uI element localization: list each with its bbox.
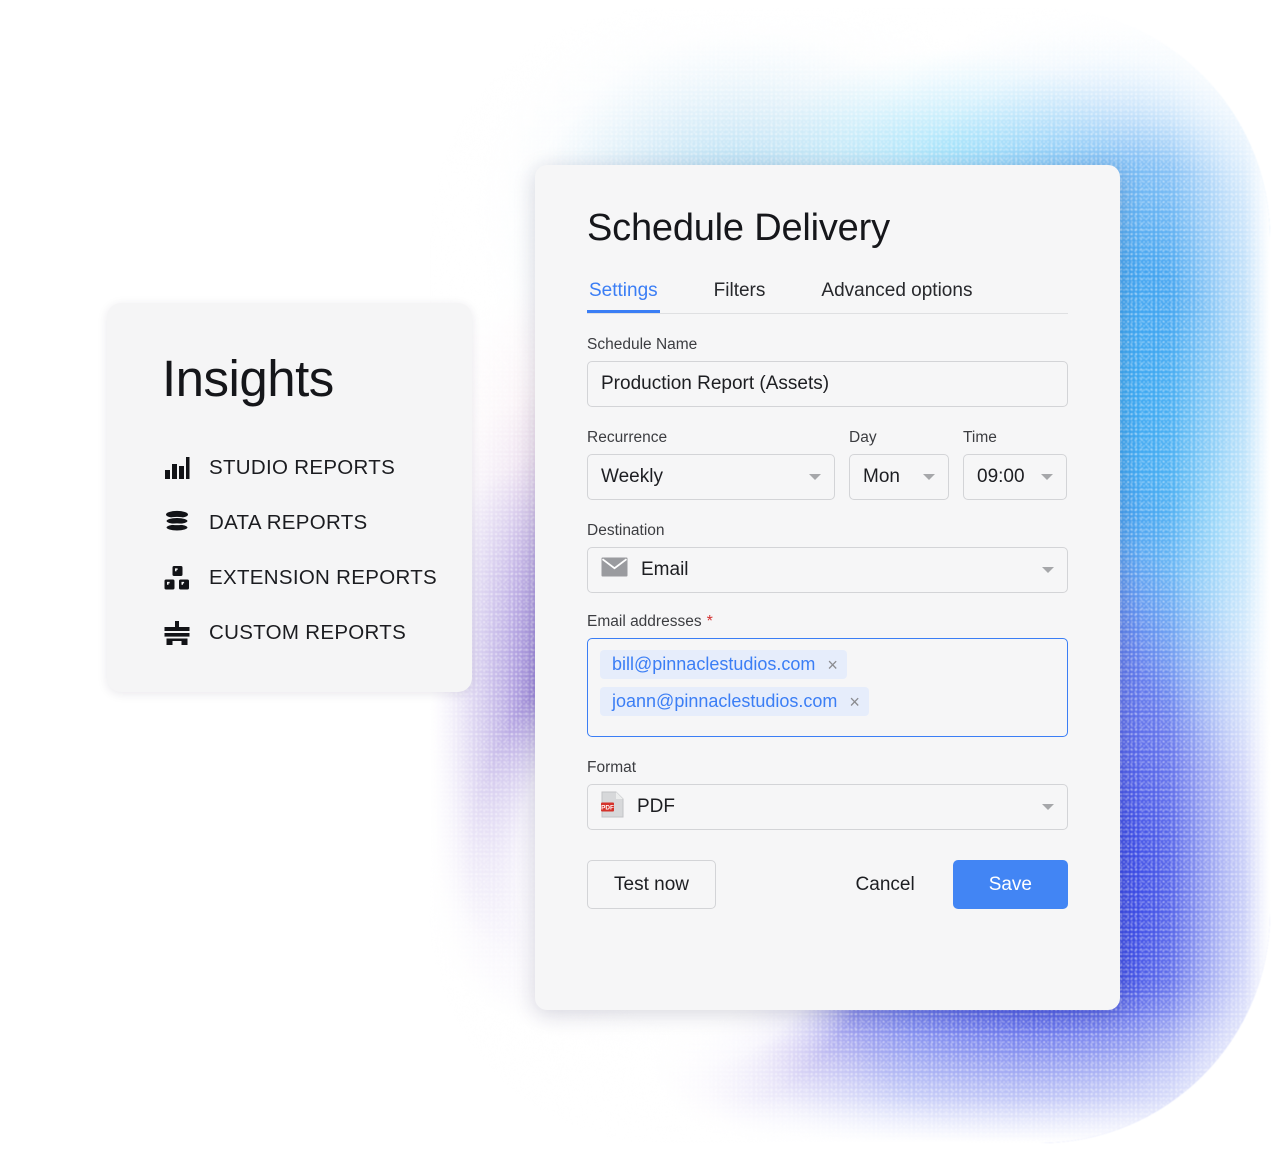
sidebar-item-label: STUDIO REPORTS [209, 455, 396, 479]
time-select[interactable]: 09:00 [963, 454, 1067, 500]
day-field: Day Mon [849, 407, 949, 500]
dialog-actions: Test now Cancel Save [587, 860, 1068, 909]
sidebar-item-label: CUSTOM REPORTS [209, 620, 407, 644]
time-field: Time 09:00 [963, 407, 1067, 500]
schedule-name-label: Schedule Name [587, 336, 698, 353]
format-label: Format [587, 759, 637, 776]
sidebar-item-custom-reports[interactable]: CUSTOM REPORTS [163, 605, 472, 660]
database-icon [163, 509, 191, 537]
email-chip[interactable]: joann@pinnaclestudios.com × [600, 687, 869, 716]
day-label: Day [849, 429, 877, 446]
chevron-down-icon [923, 474, 935, 480]
destination-value: Email [641, 559, 689, 580]
format-select[interactable]: PDF PDF [587, 784, 1068, 830]
insights-title: Insights [162, 350, 334, 407]
required-marker: * [706, 613, 713, 630]
dialog-title: Schedule Delivery [587, 207, 890, 249]
close-icon[interactable]: × [849, 693, 860, 711]
insights-card: Insights STUDIO REPORTS DATA REPORTS EXT… [107, 303, 472, 692]
email-chip[interactable]: bill@pinnaclestudios.com × [600, 650, 847, 679]
recurrence-row: Recurrence Weekly Day Mon Time 09:00 [587, 407, 1068, 500]
email-chip-label: bill@pinnaclestudios.com [612, 654, 816, 674]
schedule-name-input[interactable] [587, 361, 1068, 407]
pdf-badge-text: PDF [601, 804, 614, 811]
sidebar-item-extension-reports[interactable]: EXTENSION REPORTS [163, 550, 472, 605]
day-value: Mon [863, 466, 900, 487]
email-addresses-label: Email addresses * [587, 613, 1068, 631]
time-value: 09:00 [977, 466, 1025, 487]
schedule-delivery-dialog: Schedule Delivery Settings Filters Advan… [535, 165, 1120, 1010]
sidebar-item-data-reports[interactable]: DATA REPORTS [163, 495, 472, 550]
format-value: PDF [637, 796, 675, 817]
recurrence-label: Recurrence [587, 429, 668, 446]
insights-nav: STUDIO REPORTS DATA REPORTS EXTENSION RE… [107, 440, 472, 660]
destination-select[interactable]: Email [587, 547, 1068, 593]
chevron-down-icon [1042, 804, 1054, 810]
tab-filters[interactable]: Filters [712, 280, 768, 313]
chevron-down-icon [1042, 567, 1054, 573]
email-addresses-input[interactable]: bill@pinnaclestudios.com × joann@pinnacl… [587, 638, 1068, 737]
tab-settings[interactable]: Settings [587, 280, 660, 313]
custom-report-icon [163, 619, 191, 647]
recurrence-value: Weekly [601, 466, 663, 487]
email-addresses-label-text: Email addresses [587, 613, 702, 630]
recurrence-field: Recurrence Weekly [587, 407, 835, 500]
sidebar-item-label: EXTENSION REPORTS [209, 565, 437, 589]
close-icon[interactable]: × [827, 656, 838, 674]
recurrence-select[interactable]: Weekly [587, 454, 835, 500]
cancel-button[interactable]: Cancel [844, 874, 927, 896]
sidebar-item-label: DATA REPORTS [209, 510, 368, 534]
sidebar-item-studio-reports[interactable]: STUDIO REPORTS [163, 440, 472, 495]
tab-advanced-options[interactable]: Advanced options [819, 280, 974, 313]
dialog-tabs: Settings Filters Advanced options [587, 280, 1068, 314]
test-now-button[interactable]: Test now [587, 860, 716, 909]
chevron-down-icon [809, 474, 821, 480]
bar-chart-icon [163, 454, 191, 482]
chip-row: bill@pinnaclestudios.com × [600, 650, 1055, 687]
destination-label: Destination [587, 522, 665, 539]
chip-row: joann@pinnaclestudios.com × [600, 687, 1055, 724]
time-label: Time [963, 429, 997, 446]
save-button[interactable]: Save [952, 860, 1068, 909]
blocks-icon [163, 564, 191, 592]
envelope-icon [601, 557, 628, 583]
chevron-down-icon [1041, 474, 1053, 480]
day-select[interactable]: Mon [849, 454, 949, 500]
pdf-file-icon: PDF [601, 791, 624, 824]
email-chip-label: joann@pinnaclestudios.com [612, 691, 838, 711]
